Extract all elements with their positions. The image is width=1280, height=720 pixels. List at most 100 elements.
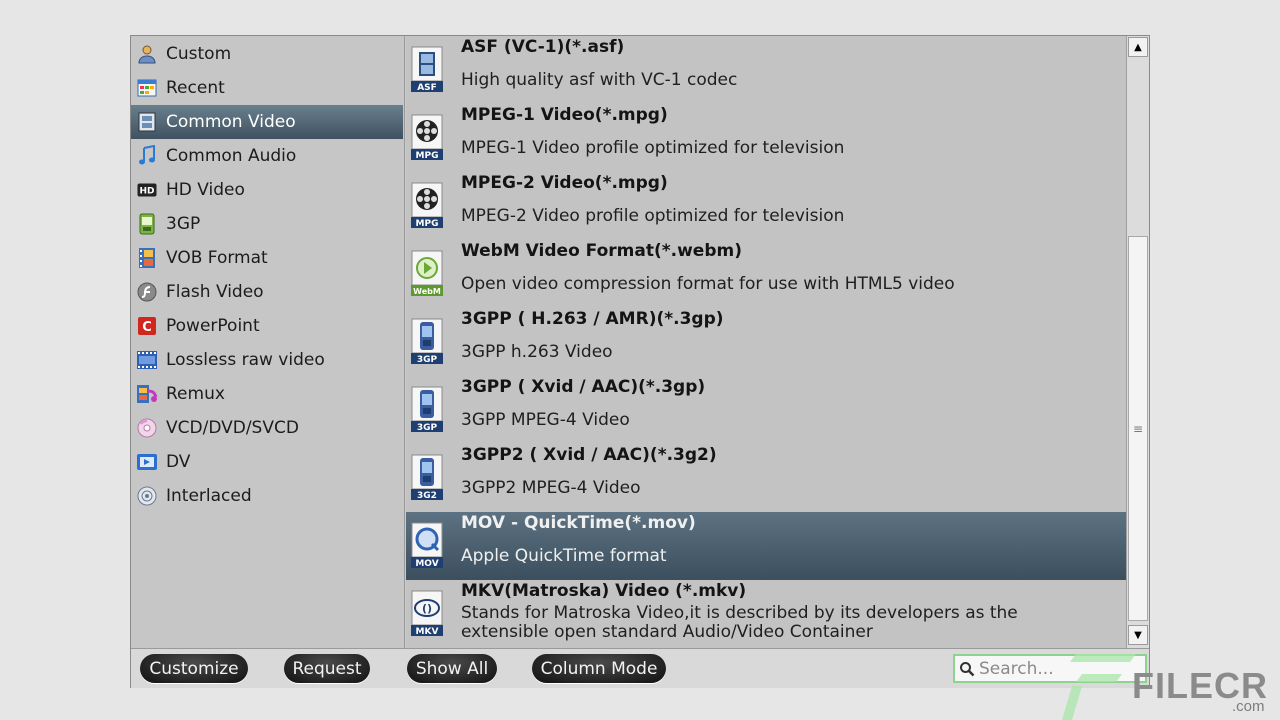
music-note-icon xyxy=(136,145,158,167)
format-title: 3GPP ( Xvid / AAC)(*.3gp) xyxy=(461,377,706,397)
format-item-3gpp2[interactable]: 3G2 3GPP2 ( Xvid / AAC)(*.3g2) 3GPP2 MPE… xyxy=(406,444,1126,512)
svg-text:MKV: MKV xyxy=(416,627,439,637)
category-sidebar: Custom Recent Common Video Common Audio … xyxy=(131,36,405,648)
category-label: HD Video xyxy=(166,180,245,200)
bottom-toolbar: Customize Request Show All Column Mode xyxy=(131,648,1149,688)
category-label: VOB Format xyxy=(166,248,268,268)
svg-text:3GP: 3GP xyxy=(417,423,438,433)
remux-icon xyxy=(136,383,158,405)
category-label: Recent xyxy=(166,78,225,98)
format-description: Stands for Matroska Video,it is describe… xyxy=(461,603,1018,642)
category-label: Custom xyxy=(166,44,232,64)
arrow-up-icon: ▲ xyxy=(1134,41,1142,53)
format-title: 3GPP ( H.263 / AMR)(*.3gp) xyxy=(461,309,724,329)
format-title: 3GPP2 ( Xvid / AAC)(*.3g2) xyxy=(461,445,717,465)
category-recent[interactable]: Recent xyxy=(131,71,403,105)
category-vob-format[interactable]: VOB Format xyxy=(131,241,403,275)
format-description: MPEG-2 Video profile optimized for telev… xyxy=(461,206,845,226)
category-common-audio[interactable]: Common Audio xyxy=(131,139,403,173)
format-item-mpeg1[interactable]: MPG MPEG-1 Video(*.mpg) MPEG-1 Video pro… xyxy=(406,104,1126,172)
search-icon xyxy=(960,661,975,676)
grip-icon: ≡ xyxy=(1132,421,1144,436)
category-remux[interactable]: Remux xyxy=(131,377,403,411)
disc-icon xyxy=(136,417,158,439)
column-mode-button[interactable]: Column Mode xyxy=(532,654,666,683)
3g2-file-icon: 3G2 xyxy=(411,454,443,501)
raw-video-icon xyxy=(136,349,158,371)
profile-dialog: Custom Recent Common Video Common Audio … xyxy=(130,35,1150,688)
category-common-video[interactable]: Common Video xyxy=(131,105,403,139)
format-description: Open video compression format for use wi… xyxy=(461,274,955,294)
request-button[interactable]: Request xyxy=(284,654,370,683)
format-description: 3GPP h.263 Video xyxy=(461,342,613,362)
scroll-down-button[interactable]: ▼ xyxy=(1128,625,1148,645)
category-flash-video[interactable]: Flash Video xyxy=(131,275,403,309)
format-item-3gpp-xvid[interactable]: 3GP 3GPP ( Xvid / AAC)(*.3gp) 3GPP MPEG-… xyxy=(406,376,1126,444)
category-lossless-raw-video[interactable]: Lossless raw video xyxy=(131,343,403,377)
format-title: MKV(Matroska) Video (*.mkv) xyxy=(461,581,747,601)
show-all-button[interactable]: Show All xyxy=(407,654,497,683)
format-title: MPEG-1 Video(*.mpg) xyxy=(461,105,668,125)
film-strip-icon xyxy=(136,247,158,269)
list-scrollbar[interactable]: ▲ ≡ ▼ xyxy=(1126,36,1149,648)
format-item-mkv[interactable]: () MKV MKV(Matroska) Video (*.mkv) Stand… xyxy=(406,580,1126,648)
svg-text:3GP: 3GP xyxy=(417,355,438,365)
category-powerpoint[interactable]: C PowerPoint xyxy=(131,309,403,343)
format-item-asf[interactable]: ASF ASF (VC-1)(*.asf) High quality asf w… xyxy=(406,36,1126,104)
format-item-3gpp-h263[interactable]: 3GP 3GPP ( H.263 / AMR)(*.3gp) 3GPP h.26… xyxy=(406,308,1126,376)
category-label: Lossless raw video xyxy=(166,350,325,370)
mov-file-icon: MOV xyxy=(411,522,443,569)
watermark: FILECR .com xyxy=(1060,650,1280,720)
category-label: Remux xyxy=(166,384,225,404)
mkv-file-icon: () MKV xyxy=(411,590,443,637)
format-item-mpeg2[interactable]: MPG MPEG-2 Video(*.mpg) MPEG-2 Video pro… xyxy=(406,172,1126,240)
watermark-suffix: .com xyxy=(1232,698,1265,715)
customize-button[interactable]: Customize xyxy=(140,654,248,683)
scroll-thumb[interactable]: ≡ xyxy=(1128,236,1148,621)
svg-text:MPG: MPG xyxy=(416,219,439,229)
scroll-up-button[interactable]: ▲ xyxy=(1128,37,1148,57)
format-description: High quality asf with VC-1 codec xyxy=(461,70,738,90)
powerpoint-icon: C xyxy=(136,315,158,337)
format-title: MPEG-2 Video(*.mpg) xyxy=(461,173,668,193)
category-label: VCD/DVD/SVCD xyxy=(166,418,299,438)
phone-icon xyxy=(136,213,158,235)
mpg-file-icon: MPG xyxy=(411,114,443,161)
svg-text:WebM: WebM xyxy=(413,287,441,296)
format-description: MPEG-1 Video profile optimized for telev… xyxy=(461,138,845,158)
format-description: Apple QuickTime format xyxy=(461,546,667,566)
category-interlaced[interactable]: Interlaced xyxy=(131,479,403,513)
mpg-file-icon: MPG xyxy=(411,182,443,229)
hd-icon: HD xyxy=(136,179,158,201)
film-icon xyxy=(136,111,158,133)
format-title: WebM Video Format(*.webm) xyxy=(461,241,742,261)
category-custom[interactable]: Custom xyxy=(131,37,403,71)
category-dv[interactable]: DV xyxy=(131,445,403,479)
category-hd-video[interactable]: HD HD Video xyxy=(131,173,403,207)
webm-file-icon: WebM xyxy=(411,250,443,296)
format-item-mov[interactable]: MOV MOV - QuickTime(*.mov) Apple QuickTi… xyxy=(406,512,1126,580)
recent-icon xyxy=(136,77,158,99)
category-label: Interlaced xyxy=(166,486,252,506)
category-label: Flash Video xyxy=(166,282,264,302)
user-icon xyxy=(136,43,158,65)
svg-text:C: C xyxy=(142,320,152,335)
format-title: ASF (VC-1)(*.asf) xyxy=(461,37,625,57)
format-list: ASF ASF (VC-1)(*.asf) High quality asf w… xyxy=(406,36,1126,648)
category-label: 3GP xyxy=(166,214,201,234)
3gp-file-icon: 3GP xyxy=(411,386,443,433)
svg-text:MOV: MOV xyxy=(415,559,438,569)
svg-text:3G2: 3G2 xyxy=(417,491,437,501)
dv-icon xyxy=(136,451,158,473)
category-label: Common Audio xyxy=(166,146,297,166)
category-3gp[interactable]: 3GP xyxy=(131,207,403,241)
svg-text:MPG: MPG xyxy=(416,151,439,161)
interlaced-disc-icon xyxy=(136,485,158,507)
arrow-down-icon: ▼ xyxy=(1134,629,1142,641)
flash-icon xyxy=(136,281,158,303)
category-vcd-dvd-svcd[interactable]: VCD/DVD/SVCD xyxy=(131,411,403,445)
watermark-logo-icon xyxy=(1062,654,1136,720)
category-label: PowerPoint xyxy=(166,316,260,336)
format-item-webm[interactable]: WebM WebM Video Format(*.webm) Open vide… xyxy=(406,240,1126,308)
svg-text:(): () xyxy=(422,602,432,615)
